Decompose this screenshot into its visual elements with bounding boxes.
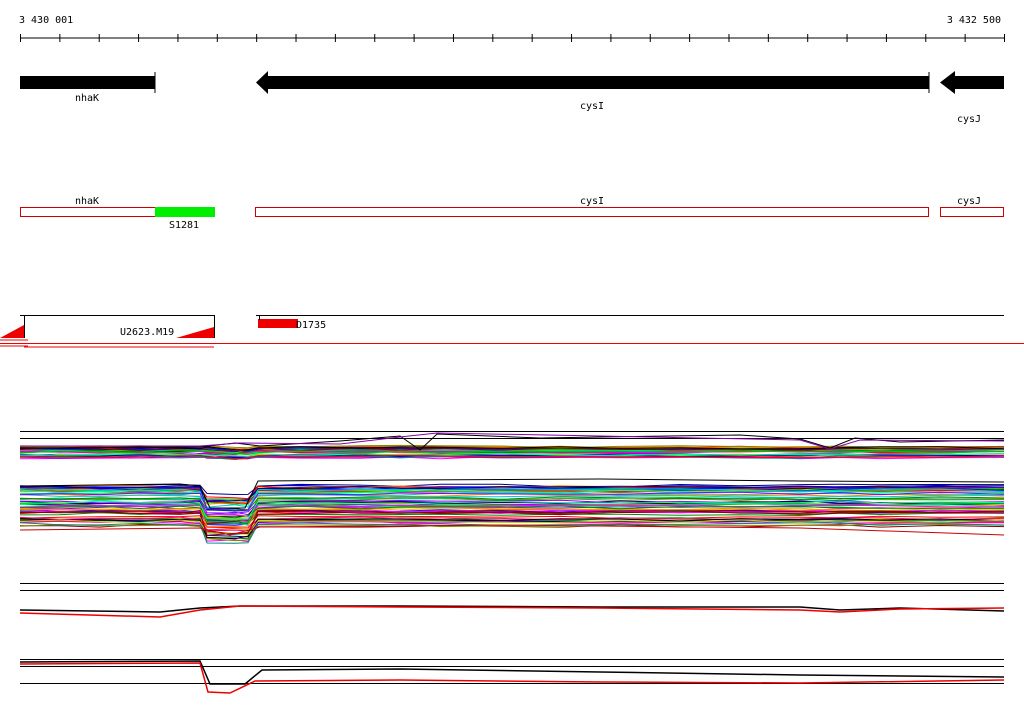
gene-box-cysi[interactable] (255, 207, 929, 217)
gene-arrow-label-cysi: cysI (580, 101, 604, 112)
ruler-end-label: 3 432 500 (947, 15, 1001, 26)
expression-lines-middle (19, 478, 1005, 544)
expression-lines-upper (19, 432, 1005, 461)
gene-arrow-label-nhak: nhaK (75, 93, 99, 104)
gene-arrow-label-cysj: cysJ (957, 114, 981, 125)
expression-line (19, 519, 1005, 535)
feature-box-s1281[interactable] (155, 207, 215, 217)
probe-ramp-u2623 (176, 327, 214, 338)
gene-arrow-cysj[interactable] (940, 71, 1004, 94)
feature-label-s1281: S1281 (169, 220, 199, 231)
probe-label-d1735: D1735 (296, 320, 326, 331)
gene-box-track: nhaK cysI cysJ S1281 (20, 196, 1004, 231)
genome-browser-figure: 3 430 001 3 432 500 nhaK cysI cysJ nhaK … (0, 15, 1024, 694)
gene-arrow-nhak[interactable] (20, 76, 155, 89)
profile-panel-lower-1 (19, 583, 1005, 618)
gene-arrow-track: nhaK cysI cysJ (20, 71, 1004, 125)
ruler-start-label: 3 430 001 (19, 15, 73, 26)
expression-panel-middle (19, 478, 1005, 544)
gene-box-cysj[interactable] (940, 207, 1004, 217)
expression-line (19, 523, 1005, 542)
coordinate-ruler: 3 430 001 3 432 500 (19, 15, 1005, 42)
gene-box-label-cysj: cysJ (957, 196, 981, 207)
gene-box-label-nhak: nhaK (75, 196, 99, 207)
expression-line (20, 523, 1005, 539)
probe-label-u2623: U2623.M19 (120, 327, 174, 338)
probe-ramp-left (0, 325, 24, 338)
gene-box-label-cysi: cysI (580, 196, 604, 207)
expression-panel-upper (19, 431, 1005, 461)
gene-arrow-cysi[interactable] (256, 71, 929, 94)
probe-track: U2623.M19 D1735 (0, 315, 1024, 348)
probe-box-d1735[interactable] (258, 319, 298, 328)
gene-box-nhak[interactable] (20, 207, 156, 217)
profile-panel-lower-2 (19, 659, 1005, 694)
profile-red-lower2 (19, 662, 1005, 694)
